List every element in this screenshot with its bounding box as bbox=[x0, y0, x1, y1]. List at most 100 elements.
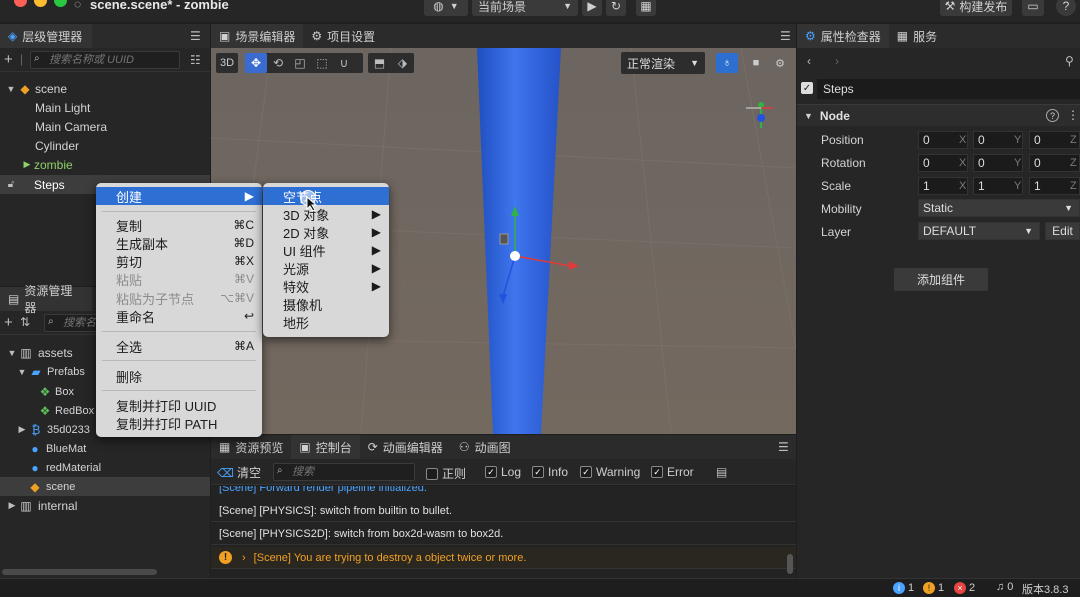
node-active-checkbox[interactable]: ✓ bbox=[801, 82, 813, 94]
add-component-button[interactable]: 添加组件 bbox=[894, 268, 988, 291]
status-notifications[interactable]: ♫ 0 bbox=[996, 581, 1013, 593]
zombie-sprite[interactable] bbox=[499, 233, 509, 245]
status-info[interactable]: i1 bbox=[893, 582, 914, 594]
tab-animation-editor[interactable]: ⟳ 动画编辑器 bbox=[360, 435, 451, 459]
tab-project-settings[interactable]: ⚙ 项目设置 bbox=[303, 24, 383, 48]
filter-log[interactable]: ✓ Log bbox=[485, 465, 521, 479]
snap-tool-icon[interactable]: ∪ bbox=[333, 53, 355, 73]
menu-item-rename[interactable]: 重命名 ↩ bbox=[96, 307, 262, 325]
camera-button[interactable]: ■ bbox=[747, 53, 765, 73]
light-gizmo-icon[interactable] bbox=[510, 251, 520, 261]
sort-icon[interactable]: ☷ bbox=[190, 53, 201, 67]
add-icon[interactable]: + bbox=[4, 51, 13, 68]
hierarchy-item-main-camera[interactable]: Main Camera bbox=[0, 117, 210, 136]
status-warning[interactable]: ! 1 bbox=[923, 582, 944, 594]
filter-error[interactable]: ✓ Error bbox=[651, 465, 694, 479]
submenu-item-ui-component[interactable]: UI 组件 ▶ bbox=[263, 241, 389, 259]
menu-item-copy[interactable]: 复制 ⌘C bbox=[96, 216, 262, 234]
pivot-icon[interactable]: ⬒ bbox=[368, 53, 391, 73]
menu-item-create[interactable]: 创建 ▶ bbox=[96, 187, 262, 205]
submenu-item-empty-node[interactable]: 空节点 bbox=[263, 187, 389, 205]
log-file-icon[interactable]: ▤ bbox=[716, 465, 727, 479]
asset-item-scene[interactable]: ◆ scene bbox=[0, 477, 210, 496]
menu-item-select-all[interactable]: 全选 ⌘A bbox=[96, 337, 262, 355]
move-tool-icon[interactable]: ✥ bbox=[245, 53, 267, 73]
status-error[interactable]: × 2 bbox=[954, 582, 975, 594]
log-line[interactable]: [Scene] [PHYSICS]: switch from builtin t… bbox=[211, 500, 796, 522]
submenu-item-light[interactable]: 光源 ▶ bbox=[263, 259, 389, 277]
tab-inspector[interactable]: ⚙ 属性检查器 bbox=[797, 24, 889, 48]
log-line[interactable]: [Scene] [PHYSICS2D]: switch from box2d-w… bbox=[211, 523, 796, 545]
scene-settings-button[interactable]: ⚙ bbox=[770, 53, 790, 73]
asset-item-internal[interactable]: ▶ ▥ internal bbox=[0, 496, 210, 515]
filter-info[interactable]: ✓ Info bbox=[532, 465, 568, 479]
horizontal-scrollbar[interactable] bbox=[2, 569, 157, 575]
clear-button[interactable]: ⌫ 清空 bbox=[217, 464, 261, 481]
submenu-item-terrain[interactable]: 地形 bbox=[263, 313, 389, 331]
help-button[interactable]: ? bbox=[1056, 0, 1076, 16]
log-line-info[interactable]: [Scene] Forward render pipeline initiali… bbox=[219, 486, 427, 494]
tab-asset-preview[interactable]: ▦ 资源预览 bbox=[211, 435, 291, 459]
submenu-item-camera[interactable]: 摄像机 bbox=[263, 295, 389, 313]
tab-services[interactable]: ▦ 服务 bbox=[889, 24, 945, 48]
console-scrollbar[interactable] bbox=[787, 554, 793, 574]
asset-item-redmaterial[interactable]: ● redMaterial bbox=[0, 458, 210, 477]
submenu-item-effects[interactable]: 特效 ▶ bbox=[263, 277, 389, 295]
hierarchy-item-cylinder[interactable]: Cylinder bbox=[0, 136, 210, 155]
tab-scene-editor[interactable]: ▣ 场景编辑器 bbox=[211, 24, 304, 48]
hierarchy-item-scene[interactable]: ▼ ◆ scene bbox=[0, 79, 210, 98]
close-window-button[interactable] bbox=[14, 0, 27, 7]
console-search-input[interactable] bbox=[273, 463, 415, 481]
warning-checkbox[interactable]: ✓ bbox=[580, 466, 592, 478]
hierarchy-item-zombie[interactable]: ▶ zombie bbox=[0, 155, 210, 174]
pin-icon[interactable]: ⚲ bbox=[1065, 54, 1074, 68]
submenu-item-3d-object[interactable]: 3D 对象 ▶ bbox=[263, 205, 389, 223]
tab-console[interactable]: ▣ 控制台 bbox=[291, 435, 360, 459]
log-checkbox[interactable]: ✓ bbox=[485, 466, 497, 478]
help-icon[interactable]: ? bbox=[1046, 109, 1059, 122]
error-checkbox[interactable]: ✓ bbox=[651, 466, 663, 478]
tab-hierarchy[interactable]: ◈ 层级管理器 bbox=[0, 24, 92, 48]
rotate-tool-icon[interactable]: ⟲ bbox=[267, 53, 289, 73]
submenu-item-2d-object[interactable]: 2D 对象 ▶ bbox=[263, 223, 389, 241]
qrcode-button[interactable]: ▦ bbox=[636, 0, 656, 16]
layer-edit-button[interactable]: Edit bbox=[1045, 222, 1080, 240]
lock-icon[interactable]: 🔓︎ bbox=[4, 179, 18, 190]
menu-item-copy-uuid[interactable]: 复制并打印 UUID bbox=[96, 396, 262, 414]
play-button[interactable]: ▶ bbox=[582, 0, 602, 16]
refresh-button[interactable]: ↻ bbox=[606, 0, 626, 16]
panel-menu-icon[interactable]: ☰ bbox=[778, 440, 789, 454]
folder-button[interactable]: ▭ bbox=[1022, 0, 1044, 16]
scene-select[interactable]: 当前场景 ▼ bbox=[472, 0, 578, 16]
back-icon[interactable]: ‹ bbox=[807, 54, 811, 68]
render-mode-select[interactable]: 正常渲染 ▼ bbox=[621, 52, 705, 74]
zoom-window-button[interactable] bbox=[54, 0, 67, 7]
forward-icon[interactable]: › bbox=[835, 54, 839, 68]
chevron-right-icon[interactable]: › bbox=[242, 552, 246, 564]
toggle-3d-button[interactable]: 3D bbox=[216, 53, 238, 73]
more-icon[interactable]: ⋮ bbox=[1067, 108, 1079, 122]
mobility-select[interactable]: Static ▼ bbox=[918, 199, 1080, 217]
menu-item-delete[interactable]: 删除 bbox=[96, 367, 262, 385]
add-icon[interactable]: + bbox=[4, 314, 13, 331]
regex-checkbox[interactable] bbox=[426, 467, 438, 480]
tab-animation-graph[interactable]: ⚇ 动画图 bbox=[451, 435, 519, 459]
sort-icon[interactable]: ⇅ bbox=[20, 315, 30, 329]
local-global-icon[interactable]: ⬗ bbox=[391, 53, 414, 73]
log-line-warning[interactable]: ! › [Scene] You are trying to destroy a … bbox=[211, 547, 796, 569]
hierarchy-search-input[interactable] bbox=[30, 51, 180, 69]
lighting-toggle[interactable]: ♁ bbox=[716, 53, 738, 73]
scale-tool-icon[interactable]: ◰ bbox=[289, 53, 311, 73]
panel-menu-icon[interactable]: ☰ bbox=[780, 29, 791, 43]
asset-item-bluemat[interactable]: ● BlueMat bbox=[0, 439, 210, 458]
node-section-header[interactable]: ▼ Node ? ⋮ bbox=[797, 104, 1080, 126]
menu-item-duplicate[interactable]: 生成副本 ⌘D bbox=[96, 234, 262, 252]
node-name-input[interactable]: Steps bbox=[817, 79, 1080, 99]
filter-warning[interactable]: ✓ Warning bbox=[580, 465, 640, 479]
menu-item-copy-path[interactable]: 复制并打印 PATH bbox=[96, 414, 262, 432]
rect-tool-icon[interactable]: ⬚ bbox=[311, 53, 333, 73]
hierarchy-item-main-light[interactable]: Main Light bbox=[0, 98, 210, 117]
minimize-window-button[interactable] bbox=[34, 0, 47, 7]
menu-item-cut[interactable]: 剪切 ⌘X bbox=[96, 252, 262, 270]
build-button[interactable]: ⚒ 构建发布 bbox=[940, 0, 1012, 16]
